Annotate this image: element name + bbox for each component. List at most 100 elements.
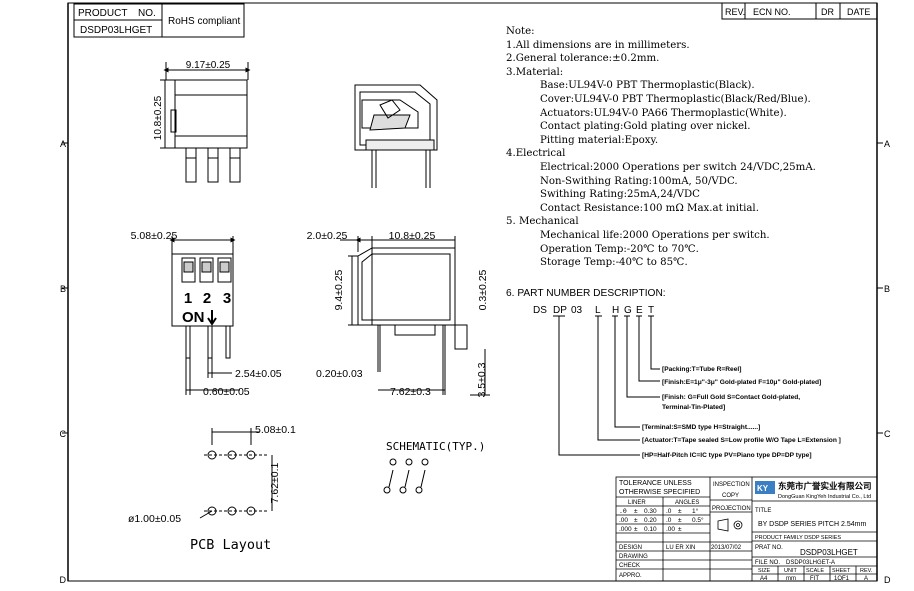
zone-b-left: B bbox=[60, 284, 66, 294]
desc-actuator: [Actuator:T=Tape sealed S=Low profile W/… bbox=[642, 437, 841, 444]
title-label: TITLE bbox=[755, 508, 771, 514]
tol-row-2-d: .0 bbox=[666, 517, 672, 524]
desc-type: [HP=Half-Pitch IC=IC type PV=Piano type … bbox=[642, 452, 812, 459]
code-packing: T bbox=[648, 305, 654, 316]
product-label: PRODUCT bbox=[78, 8, 127, 19]
dim-pin-pitch: 2.54±0.05 bbox=[235, 368, 282, 380]
copy-label: COPY bbox=[722, 493, 739, 499]
note-line: Note: bbox=[506, 26, 535, 37]
zone-d-left: D bbox=[60, 575, 67, 585]
note-line: Non-Swithing Rating:100mA, 50/VDC. bbox=[540, 175, 738, 187]
dim-pin-thick: 0.20±0.03 bbox=[316, 368, 363, 380]
code-actuator: L bbox=[595, 305, 601, 316]
note-line: Mechanical life:2000 Operations per swit… bbox=[540, 229, 770, 241]
company-name-cn: 东莞市广誉实业有限公司 bbox=[778, 481, 872, 491]
tol-row-3-e: ± bbox=[678, 526, 682, 533]
note-line: 5. Mechanical bbox=[506, 216, 579, 228]
tol-row-2-f: 0.5° bbox=[692, 516, 704, 524]
code-type: DP bbox=[553, 305, 567, 316]
note-line: 1.All dimensions are in millimeters. bbox=[506, 39, 690, 51]
tol-row-1-d: .0 bbox=[666, 508, 672, 515]
size-value: A4 bbox=[760, 576, 768, 582]
dim-side-depth: 7.62±0.3 bbox=[390, 386, 431, 398]
tol-row-2-c: 0.20 bbox=[644, 517, 657, 524]
zone-d-right: D bbox=[884, 575, 891, 585]
zone-a-left: A bbox=[60, 139, 66, 149]
zone-c-right: C bbox=[884, 429, 891, 439]
company-logo-mark: KY bbox=[757, 484, 769, 493]
on-label: ON bbox=[182, 309, 205, 326]
part-code-descriptions: [Packing:T=Tube R=Reel] [Finish:E=1μ"-3μ… bbox=[642, 366, 841, 459]
sheet-label: SHEET bbox=[832, 568, 851, 574]
tol-row-1-a: .0 bbox=[619, 507, 627, 515]
appro-label: APPRO. bbox=[619, 573, 642, 579]
note-line: Swithing Rating:25mA,24/VDC bbox=[540, 189, 700, 201]
tol-row-3-b: ± bbox=[634, 526, 638, 533]
design-date: 2013/07/02 bbox=[711, 545, 742, 551]
tol-row-3-a: .000 bbox=[619, 526, 632, 533]
file-no-label: FILE NO. bbox=[755, 560, 780, 566]
switch-label-2: 2 bbox=[203, 290, 211, 307]
part-code-leaders bbox=[553, 315, 660, 456]
schematic-title: SCHEMATIC(TYP.) bbox=[386, 440, 485, 453]
design-label: DESIGN bbox=[619, 545, 642, 551]
code-positions: 03 bbox=[571, 305, 583, 316]
tol-title-1: TOLERANCE UNLESS bbox=[619, 480, 692, 487]
desc-packing: [Packing:T=Tube R=Reel] bbox=[662, 366, 741, 373]
switch-label-1: 1 bbox=[184, 290, 192, 307]
check-label: CHECK bbox=[619, 563, 640, 569]
dim-pcb-row: 7.62±0.1 bbox=[269, 462, 281, 503]
drawing-title: BY DSDP SERIES PITCH 2.54mm bbox=[758, 521, 866, 528]
section-view bbox=[354, 84, 438, 188]
company-name-en: DongGuan KingYeh Industrial Co., Ltd bbox=[778, 494, 871, 500]
note-line: 2.General tolerance:±0.2mm. bbox=[506, 53, 660, 65]
dr-header: DR bbox=[821, 7, 834, 17]
note-line: 3.Material: bbox=[506, 66, 564, 78]
unit-label: UNIT bbox=[784, 568, 797, 574]
tol-row-3-c: 0.10 bbox=[644, 526, 657, 533]
notes-block: Note: 1.All dimensions are in millimeters… bbox=[506, 25, 896, 270]
dim-side-b: 10.8±0.25 bbox=[389, 230, 436, 242]
scale-label: SCALE bbox=[806, 568, 824, 574]
note-line: Pitting material:Epoxy. bbox=[540, 134, 659, 146]
tol-row-1-e: ± bbox=[678, 508, 682, 515]
tol-row-1-c: 0.30 bbox=[644, 508, 657, 515]
size-label: SIZE bbox=[758, 568, 771, 574]
rohs-label: RoHS compliant bbox=[168, 16, 240, 27]
desc-terminal: [Terminal:S=SMD type H=Straight......] bbox=[642, 424, 760, 431]
dim-pin-len: 3.5±0.3 bbox=[476, 362, 488, 397]
desc-finish-ef: [Finish:E=1μ"-3μ" Gold-plated F=10μ" Gol… bbox=[662, 379, 821, 386]
designer-name: LU ER XIN bbox=[666, 545, 695, 551]
dim-side-a: 2.0±0.25 bbox=[307, 230, 348, 242]
dim-pcb-pitch: 5.08±0.1 bbox=[255, 424, 296, 436]
note-line: Actuators:UL94V-0 PA66 Thermoplastic(Whi… bbox=[540, 107, 787, 119]
title-block-texts: TOLERANCE UNLESS OTHERWISE SPECIFIED INS… bbox=[619, 480, 873, 582]
note-line: Storage Temp:-40℃ to 85℃. bbox=[540, 257, 688, 269]
dim-pin-width: 0.60±0.05 bbox=[203, 386, 250, 398]
part-number-heading: 6. PART NUMBER DESCRIPTION: bbox=[506, 288, 666, 299]
liner-label: LINER bbox=[628, 500, 646, 506]
tol-title-2: OTHERWISE SPECIFIED bbox=[619, 489, 700, 496]
note-line: 4.Electrical bbox=[506, 148, 566, 160]
note-line: Cover:UL94V-0 PBT Thermoplastic(Black/Re… bbox=[540, 93, 811, 105]
note-line: Operation Temp:-20℃ to 70℃. bbox=[540, 243, 699, 255]
code-series: DS bbox=[533, 305, 547, 316]
angles-label: ANGLES bbox=[675, 500, 699, 506]
rev-header: REV. bbox=[725, 7, 745, 17]
zone-c-left: C bbox=[60, 429, 67, 439]
code-finish: G bbox=[624, 305, 632, 316]
file-no-value: DSDP03LHGET-A bbox=[786, 560, 835, 566]
drawing-label: DRAWING bbox=[619, 554, 648, 560]
tol-row-3-d: .00 bbox=[666, 526, 675, 533]
date-header: DATE bbox=[847, 7, 870, 17]
product-family: PRODUCT FAMILY DSDP SERIES bbox=[755, 535, 841, 541]
sheet-value: 1OF1 bbox=[834, 576, 850, 582]
scale-value: FIT bbox=[810, 576, 819, 582]
part-no-label: PRAT NO. bbox=[755, 545, 783, 551]
schematic-symbol bbox=[383, 458, 429, 494]
code-terminal: H bbox=[612, 305, 619, 316]
pcb-layout bbox=[199, 428, 273, 519]
rev-value: A bbox=[864, 576, 868, 582]
zone-b-right: B bbox=[884, 284, 890, 294]
dim-side-height: 10.8±0.25 bbox=[153, 95, 164, 140]
